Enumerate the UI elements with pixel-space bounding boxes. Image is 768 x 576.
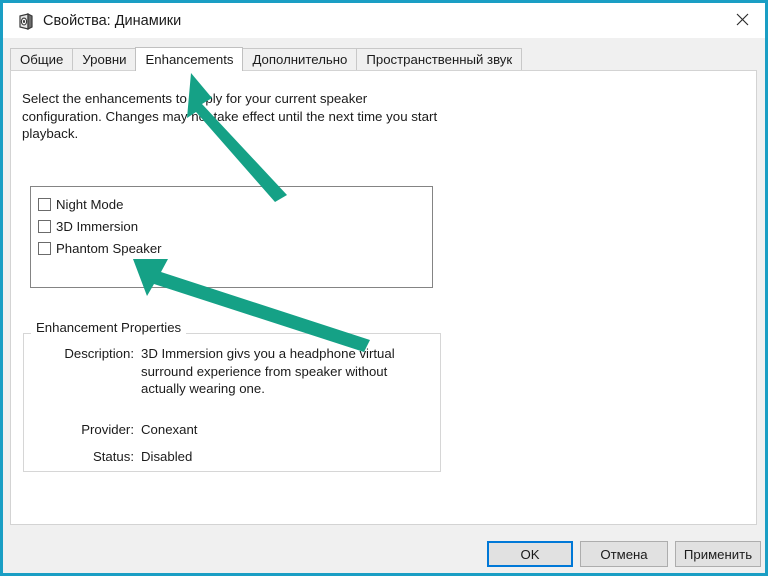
tab-obshchie[interactable]: Общие <box>10 48 74 70</box>
cancel-button[interactable]: Отмена <box>580 541 668 567</box>
checkbox-row-3d-immersion[interactable]: 3D Immersion <box>38 216 138 237</box>
tab-urovni[interactable]: Уровни <box>72 48 137 70</box>
checkbox-icon[interactable] <box>38 198 51 211</box>
checkbox-icon[interactable] <box>38 242 51 255</box>
status-label: Status: <box>92 449 134 464</box>
checkbox-label: Night Mode <box>56 196 124 212</box>
checkbox-row-phantom-speaker[interactable]: Phantom Speaker <box>38 238 162 259</box>
checkbox-label: 3D Immersion <box>56 218 139 234</box>
provider-label: Provider: <box>81 422 134 437</box>
tab-dopolnitelno[interactable]: Дополнительно <box>242 48 358 70</box>
titlebar: Свойства: Динамики <box>3 3 765 38</box>
window-title: Свойства: Динамики <box>43 13 182 29</box>
provider-value: Conexant <box>141 422 198 437</box>
tab-strip: Общие Уровни Enhancements Дополнительно … <box>10 47 523 71</box>
description-label: Description: <box>64 346 134 361</box>
checkbox-label: Phantom Speaker <box>56 240 162 256</box>
description-value: 3D Immersion givs you a headphone virtua… <box>141 346 395 396</box>
ok-button[interactable]: OK <box>487 541 573 567</box>
checkbox-icon[interactable] <box>38 220 51 233</box>
intro-text: Select the enhancements to apply for you… <box>22 91 438 141</box>
enhancement-list-box[interactable]: Night Mode 3D Immersion Phantom Speaker <box>30 186 433 288</box>
apply-button[interactable]: Применить <box>675 541 761 567</box>
speaker-icon <box>17 13 35 31</box>
group-title: Enhancement Properties <box>31 319 187 336</box>
checkbox-row-night-mode[interactable]: Night Mode <box>38 194 123 215</box>
tab-enhancements[interactable]: Enhancements <box>135 47 244 71</box>
status-value: Disabled <box>141 449 193 464</box>
tab-prostranstvennyy-zvuk[interactable]: Пространственный звук <box>356 48 523 70</box>
window-border-left <box>0 0 3 576</box>
close-icon[interactable] <box>719 3 765 35</box>
properties-dialog-window: Свойства: Динамики Общие Уровни Enhancem… <box>0 0 768 576</box>
